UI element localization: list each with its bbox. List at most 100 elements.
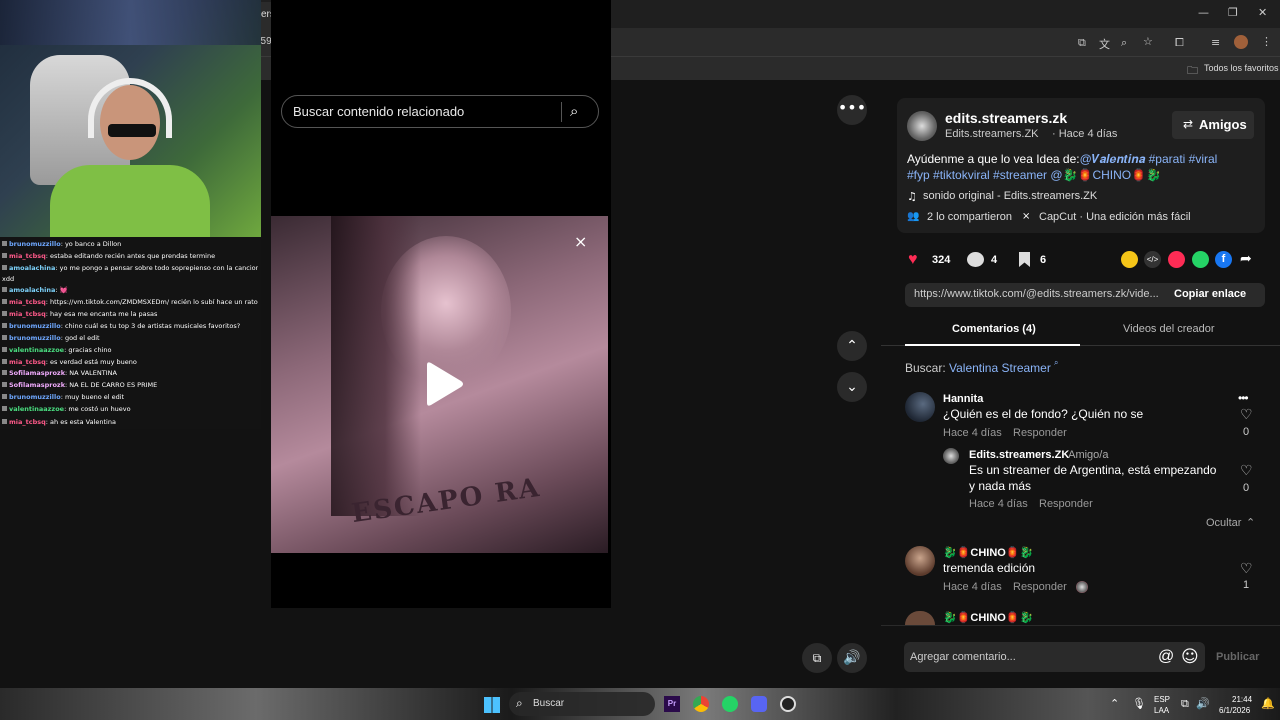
reply-button[interactable]: Responder <box>1013 581 1067 593</box>
reply-like-icon[interactable]: ♡ <box>1240 462 1253 479</box>
embed-icon[interactable]: </> <box>1144 251 1161 268</box>
related-search-input[interactable]: Buscar contenido relacionado <box>293 104 464 119</box>
profile-avatar[interactable] <box>1234 35 1248 49</box>
maximize-icon[interactable]: ❐ <box>1228 6 1238 19</box>
volume-button[interactable]: 🔊 <box>837 643 867 673</box>
share-url[interactable]: https://www.tiktok.com/@edits.streamers.… <box>914 288 1159 300</box>
facebook-icon[interactable]: f <box>1215 251 1232 268</box>
copy-link-button[interactable]: Copiar enlace <box>1174 288 1246 300</box>
window-close-icon[interactable]: ✕ <box>1258 6 1267 19</box>
comment-more-icon[interactable]: ••• <box>1238 391 1249 405</box>
tab-comments[interactable]: Comentarios (4) <box>952 323 1036 335</box>
hide-replies-button[interactable]: Ocultar <box>1206 517 1241 529</box>
discord-icon[interactable] <box>751 696 767 712</box>
caption-mention[interactable]: @𝑽𝒂𝒍𝒆𝒏𝒕𝒊𝒏𝒂 <box>1080 152 1146 166</box>
sound-label[interactable]: sonido original - Edits.streamers.ZK <box>923 190 1097 202</box>
language-code[interactable]: ESP <box>1154 695 1170 704</box>
clock-time[interactable]: 21:44 <box>1232 695 1252 704</box>
zoom-icon[interactable]: ⌕ <box>1121 36 1127 50</box>
chat-username[interactable]: mia_tcbsq <box>9 252 46 260</box>
chat-username[interactable]: mia_tcbsq <box>9 310 46 318</box>
commenter-avatar[interactable] <box>905 546 935 576</box>
comment-like-icon[interactable]: ♡ <box>1240 406 1253 423</box>
speaker-icon[interactable]: 🔊 <box>1196 697 1210 710</box>
microphone-icon[interactable]: 🎙 <box>1132 697 1146 710</box>
comment-icon[interactable] <box>967 252 984 267</box>
tab-creator-videos[interactable]: Videos del creador <box>1123 323 1215 335</box>
reply-author-avatar[interactable] <box>943 448 959 464</box>
all-bookmarks-label[interactable]: Todos los favoritos <box>1204 63 1279 73</box>
bookmark-star-icon[interactable]: ☆ <box>1143 35 1153 48</box>
share-arrow-icon[interactable]: ➦ <box>1240 251 1252 267</box>
comment-author[interactable]: Hannita <box>943 393 983 405</box>
chat-username[interactable]: mia_tcbsq <box>9 298 46 306</box>
video-player[interactable]: ESCAPO RA ⨯ <box>271 216 608 553</box>
send-to-friends-icon[interactable] <box>1168 251 1185 268</box>
windows-start-icon[interactable] <box>484 697 500 713</box>
chat-username[interactable]: amoalachina <box>9 264 55 272</box>
repost-icon[interactable] <box>1121 251 1138 268</box>
reply-reply-button[interactable]: Responder <box>1039 498 1093 510</box>
play-icon[interactable] <box>421 361 465 407</box>
friends-button[interactable]: ⇄ Amigos <box>1172 111 1254 139</box>
whatsapp-icon[interactable] <box>1192 251 1209 268</box>
chat-username[interactable]: brunomuzzillo <box>9 393 61 401</box>
whatsapp-taskbar-icon[interactable] <box>722 696 738 712</box>
search-icon[interactable]: ⌕ <box>570 102 578 120</box>
comment-author[interactable]: 🐉🏮CHINO🏮🐉 <box>943 611 1033 624</box>
minimize-icon[interactable]: — <box>1198 6 1209 19</box>
add-comment-box[interactable]: Agregar comentario... @ ☺ <box>904 642 1205 672</box>
capcut-link[interactable]: CapCut · Una edición más fácil <box>1039 211 1191 223</box>
chat-username[interactable]: mia_tcbsq <box>9 418 46 426</box>
caption-hashtags-2[interactable]: #fyp #tiktokviral #streamer @🐉🏮CHINO🏮🐉 <box>907 168 1161 182</box>
more-options-button[interactable]: ••• <box>837 95 867 125</box>
chat-username[interactable]: valentinaazzoe <box>9 346 64 354</box>
chat-username[interactable]: mia_tcbsq <box>9 358 46 366</box>
translate-icon[interactable]: 文 <box>1099 36 1110 52</box>
search-suggest-query[interactable]: Valentina Streamer <box>949 361 1051 375</box>
emoji-icon[interactable]: ☺ <box>1181 647 1199 667</box>
publish-button[interactable]: Publicar <box>1216 651 1259 663</box>
chrome-icon[interactable] <box>693 696 709 712</box>
author-username[interactable]: edits.streamers.zk <box>945 110 1067 126</box>
comment-author[interactable]: 🐉🏮CHINO🏮🐉 <box>943 546 1033 559</box>
tray-chevron-icon[interactable]: ⌃ <box>1110 697 1119 710</box>
author-avatar[interactable] <box>907 111 937 141</box>
menu-dots-icon[interactable]: ⋮ <box>1261 35 1272 48</box>
comment-like-icon[interactable]: ♡ <box>1240 560 1253 577</box>
network-icon[interactable]: ⧉ <box>1181 697 1189 711</box>
previous-video-button[interactable]: ⌃ <box>837 331 867 361</box>
cast-icon[interactable]: ⧉ <box>1078 36 1086 50</box>
chat-username[interactable]: valentinaazzoe <box>9 405 64 413</box>
next-video-button[interactable]: ⌄ <box>837 372 867 402</box>
shared-count[interactable]: 2 lo compartieron <box>927 211 1012 223</box>
like-icon[interactable]: ♥ <box>908 251 918 269</box>
chat-username[interactable]: Sofilamasprozk <box>9 369 65 377</box>
commenter-avatar[interactable] <box>905 392 935 422</box>
chat-message: mia_tcbsq: estaba editando recién antes … <box>2 252 258 260</box>
mini-player-button[interactable]: ⧉ <box>802 643 832 673</box>
taskbar-search[interactable]: ⌕ Buscar <box>509 692 655 716</box>
post-time: · Hace 4 días <box>1052 128 1118 140</box>
chat-username[interactable]: brunomuzzillo <box>9 240 61 248</box>
chat-username[interactable]: brunomuzzillo <box>9 322 61 330</box>
chat-username[interactable]: amoalachina <box>9 286 55 294</box>
keyboard-layout[interactable]: LAA <box>1154 706 1169 715</box>
clock-date[interactable]: 6/1/2026 <box>1219 706 1250 715</box>
reply-button[interactable]: Responder <box>1013 427 1067 439</box>
reading-list-icon[interactable]: ≡ <box>1211 36 1220 49</box>
chat-username[interactable]: brunomuzzillo <box>9 334 61 342</box>
chat-username[interactable]: Sofilamasprozk <box>9 381 65 389</box>
add-comment-input[interactable]: Agregar comentario... <box>910 651 1016 663</box>
caption-hashtags-1[interactable]: #parati #viral <box>1149 152 1218 166</box>
related-search-box[interactable]: Buscar contenido relacionado ⌕ <box>281 95 599 128</box>
chat-badge-icon <box>2 359 7 364</box>
notification-icon[interactable]: 🔔 <box>1261 697 1275 710</box>
mention-icon[interactable]: @ <box>1158 648 1174 666</box>
premiere-icon[interactable]: Pr <box>664 696 680 712</box>
comment-like-count: 0 <box>1243 426 1250 438</box>
obs-icon[interactable] <box>780 696 796 712</box>
reply-author[interactable]: Edits.streamers.ZK <box>969 449 1069 461</box>
extensions-icon[interactable]: ⧠ <box>1175 36 1184 50</box>
chevron-up-icon[interactable]: ⌃ <box>1246 516 1255 529</box>
